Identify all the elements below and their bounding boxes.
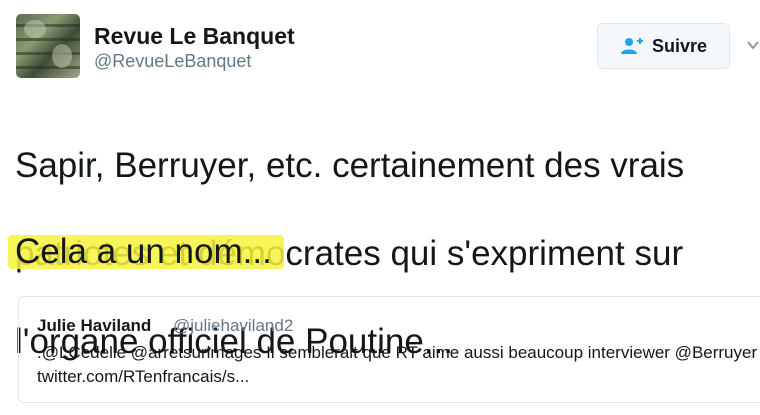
avatar[interactable]: [16, 14, 80, 78]
quoted-author-name: Julie Haviland: [37, 316, 152, 335]
quoted-tweet[interactable]: Julie Haviland @juliehaviland2 .@LCedell…: [18, 296, 760, 403]
tweet-highlighted-line: Cela a un nom...: [15, 232, 272, 271]
follow-button[interactable]: Suivre: [597, 23, 730, 69]
author-handle[interactable]: @RevueLeBanquet: [94, 51, 251, 72]
follow-button-label: Suivre: [651, 35, 708, 56]
add-user-icon: [620, 38, 643, 54]
avatar-detail: [52, 44, 72, 68]
avatar-detail: [16, 38, 80, 41]
author-name[interactable]: Revue Le Banquet: [94, 23, 295, 50]
avatar-detail: [24, 20, 46, 38]
avatar-detail: [16, 66, 80, 69]
tweet-line: Sapir, Berruyer, etc. certainement des v…: [15, 146, 685, 185]
quoted-author-handle: @juliehaviland2: [173, 316, 294, 335]
chevron-down-icon[interactable]: [746, 38, 760, 52]
quoted-tweet-text: .@LCedelle @arretsurimages Il semblerait…: [37, 343, 760, 386]
